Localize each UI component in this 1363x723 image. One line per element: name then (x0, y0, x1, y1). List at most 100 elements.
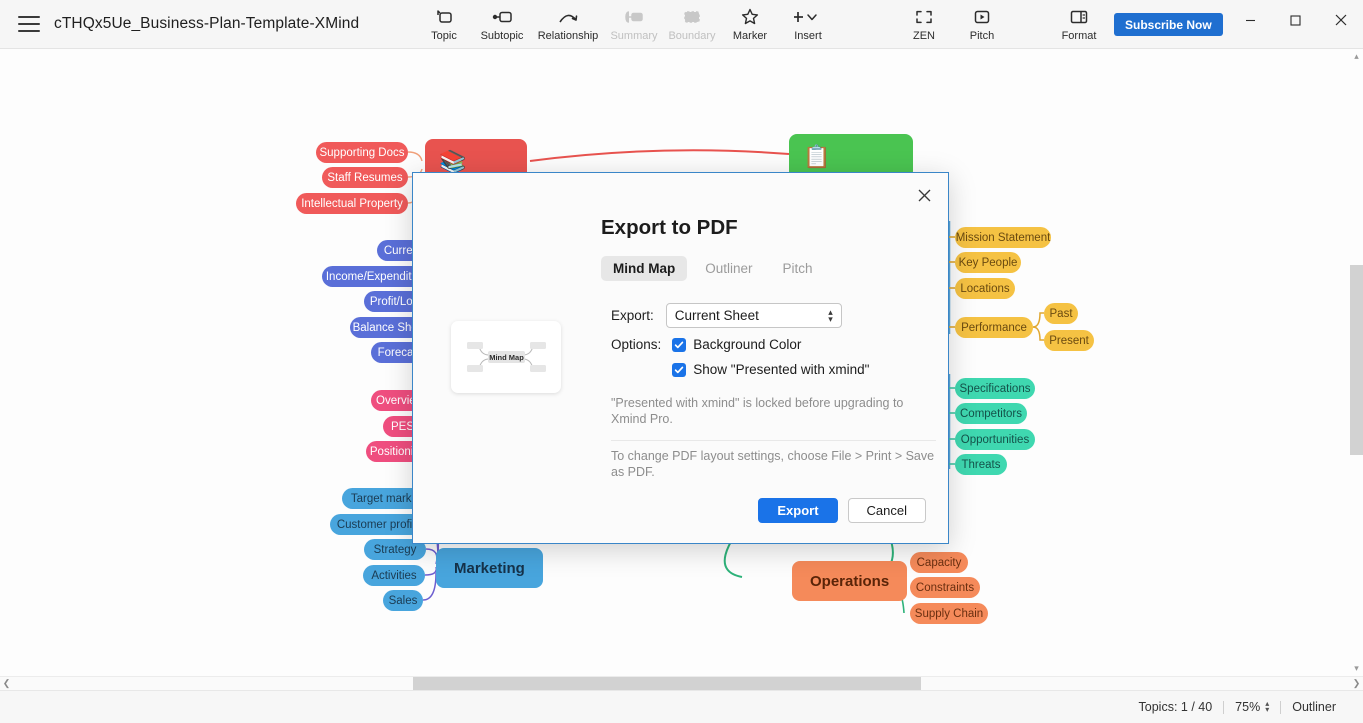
close-icon (918, 189, 931, 202)
preview-center-label: Mind Map (489, 353, 524, 362)
tool-format[interactable]: Format (1050, 1, 1108, 47)
tool-insert-label: Insert (794, 30, 822, 42)
tool-summary-label: Summary (610, 30, 657, 42)
banner-emoji-icon: 📚 (439, 149, 466, 175)
vertical-scroll-thumb[interactable] (1350, 265, 1363, 455)
pitch-play-icon (973, 7, 991, 27)
tool-relationship[interactable]: Relationship (531, 1, 605, 47)
watermark-lock-note: "Presented with xmind" is locked before … (611, 395, 936, 427)
vertical-scrollbar[interactable]: ▴ ▾ (1350, 49, 1363, 676)
subtopic-icon (491, 7, 513, 27)
tool-zen[interactable]: ZEN (895, 1, 953, 47)
tool-topic[interactable]: Topic (415, 1, 473, 47)
subscribe-now-button[interactable]: Subscribe Now (1114, 13, 1223, 36)
dialog-close-button[interactable] (910, 181, 938, 209)
export-label: Export: (611, 308, 654, 323)
tool-marker[interactable]: Marker (721, 1, 779, 47)
options-label: Options: (611, 337, 661, 352)
hamburger-menu-icon[interactable] (18, 16, 40, 32)
tab-mind-map[interactable]: Mind Map (601, 256, 687, 281)
mindmap-node[interactable]: Present (1044, 330, 1094, 351)
topics-count: Topics: 1 / 40 (1128, 700, 1224, 714)
check-icon (674, 340, 684, 350)
zoom-stepper-icon[interactable]: ▴▾ (1265, 701, 1269, 713)
scroll-down-arrow[interactable]: ▾ (1350, 663, 1363, 674)
mindmap-node[interactable]: Marketing (436, 548, 543, 588)
mindmap-node[interactable]: Past (1044, 303, 1078, 324)
horizontal-scroll-track[interactable] (13, 677, 1350, 691)
dialog-divider (611, 440, 936, 441)
option-background-color[interactable]: Background Color (672, 337, 869, 352)
tab-outliner[interactable]: Outliner (693, 256, 764, 281)
outliner-toggle[interactable]: Outliner (1281, 700, 1347, 714)
select-updown-icon: ▴▾ (828, 309, 833, 323)
close-icon (1335, 14, 1347, 26)
mindmap-node[interactable]: Constraints (910, 577, 980, 598)
cancel-button[interactable]: Cancel (848, 498, 926, 523)
star-icon (741, 7, 759, 27)
minimize-button[interactable] (1228, 0, 1273, 40)
tool-boundary[interactable]: Boundary (663, 1, 721, 47)
tool-boundary-label: Boundary (668, 30, 715, 42)
mindmap-node[interactable]: Staff Resumes (322, 167, 408, 188)
dialog-tabs: Mind Map Outliner Pitch (601, 256, 825, 281)
topic-icon (435, 7, 453, 27)
mindmap-node[interactable]: Threats (955, 454, 1007, 475)
toolbar-right-zen-pitch: ZEN Pitch (895, 1, 1011, 47)
minimize-icon (1245, 15, 1256, 26)
mindmap-node[interactable]: Competitors (955, 403, 1027, 424)
tool-insert[interactable]: Insert (779, 1, 837, 47)
maximize-button[interactable] (1273, 0, 1318, 40)
mindmap-node[interactable]: Sales (383, 590, 423, 611)
mindmap-node[interactable]: Capacity (910, 552, 968, 573)
format-panel-icon (1069, 7, 1089, 27)
scroll-right-arrow[interactable]: ❯ (1350, 678, 1363, 689)
zoom-control[interactable]: 75% ▴▾ (1224, 700, 1280, 714)
banner-emoji-icon: 📋 (803, 144, 830, 170)
toolbar-format-group: Format (1050, 1, 1108, 47)
toolbar-main: Topic Subtopic Relationship Summary Boun… (415, 1, 837, 47)
tool-marker-label: Marker (733, 30, 767, 42)
tool-pitch-label: Pitch (970, 30, 994, 42)
background-color-checkbox[interactable] (672, 338, 686, 352)
tool-summary[interactable]: Summary (605, 1, 663, 47)
mindmap-node[interactable]: Opportunities (955, 429, 1035, 450)
option-show-presented-with-xmind[interactable]: Show "Presented with xmind" (672, 362, 869, 377)
mindmap-node[interactable]: Activities (363, 565, 425, 586)
horizontal-scrollbar[interactable]: ❮ ❯ (0, 676, 1363, 690)
mindmap-node[interactable]: Operations (792, 561, 907, 601)
relationship-icon (557, 7, 579, 27)
scroll-up-arrow[interactable]: ▴ (1350, 51, 1363, 62)
dialog-title: Export to PDF (601, 216, 738, 240)
mindmap-node[interactable]: Specifications (955, 378, 1035, 399)
horizontal-scroll-thumb[interactable] (413, 677, 921, 691)
show-watermark-checkbox[interactable] (672, 363, 686, 377)
mindmap-node[interactable]: Intellectual Property (296, 193, 408, 214)
status-bar: Topics: 1 / 40 75% ▴▾ Outliner (0, 690, 1363, 723)
export-to-pdf-dialog: Export to PDF Mind Map Outliner Pitch Mi… (412, 172, 949, 544)
export-scope-select[interactable]: Current Sheet ▴▾ (666, 303, 842, 328)
check-icon (674, 365, 684, 375)
mindmap-preview-thumbnail: Mind Map (451, 321, 561, 393)
tool-subtopic[interactable]: Subtopic (473, 1, 531, 47)
mindmap-node[interactable]: Key People (955, 252, 1021, 273)
mindmap-node[interactable]: Supply Chain (910, 603, 988, 624)
mindmap-node[interactable]: Performance (955, 317, 1033, 338)
close-window-button[interactable] (1318, 0, 1363, 40)
tool-zen-label: ZEN (913, 30, 935, 42)
maximize-icon (1290, 15, 1301, 26)
scroll-left-arrow[interactable]: ❮ (0, 678, 13, 689)
mindmap-node[interactable]: Locations (955, 278, 1015, 299)
boundary-icon (682, 7, 702, 27)
tab-pitch[interactable]: Pitch (771, 256, 825, 281)
export-scope-value: Current Sheet (675, 308, 759, 323)
tool-relationship-label: Relationship (538, 30, 599, 42)
pdf-layout-note: To change PDF layout settings, choose Fi… (611, 448, 936, 480)
options-row: Options: Background Color Show "Presente… (611, 337, 869, 377)
export-button[interactable]: Export (758, 498, 837, 523)
tool-pitch[interactable]: Pitch (953, 1, 1011, 47)
mindmap-node[interactable]: Mission Statement (955, 227, 1051, 248)
document-title: cTHQx5Ue_Business-Plan-Template-XMind (54, 15, 359, 33)
mindmap-node[interactable]: Supporting Docs (316, 142, 408, 163)
show-watermark-label: Show "Presented with xmind" (693, 362, 869, 377)
